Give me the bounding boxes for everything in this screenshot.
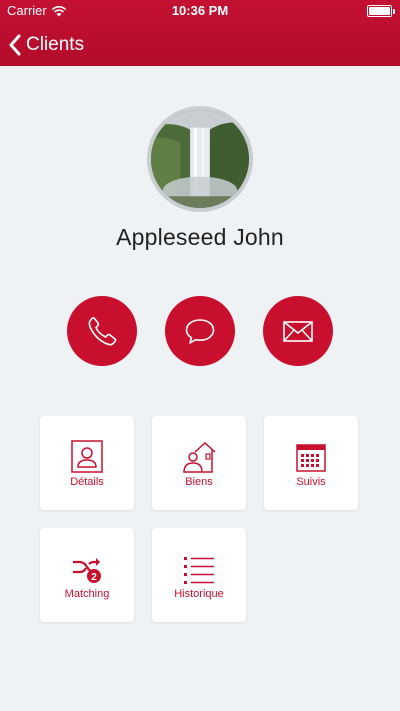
tile-label: Matching <box>64 588 110 600</box>
status-bar: Carrier 10:36 PM <box>0 0 400 22</box>
chevron-left-icon <box>9 34 21 56</box>
tile-details[interactable]: Détails <box>40 416 134 510</box>
back-button-label: Clients <box>26 34 85 55</box>
tile-matching[interactable]: 2 Matching <box>40 528 134 622</box>
client-name: Appleseed John <box>116 224 284 250</box>
shuffle-icon: 2 <box>73 558 101 583</box>
tile-label: Historique <box>174 588 224 600</box>
phone-icon <box>88 317 117 346</box>
contact-card-icon <box>71 440 103 473</box>
envelope-icon <box>283 321 313 342</box>
email-button[interactable] <box>263 296 333 366</box>
battery-icon <box>367 5 395 17</box>
clock: 10:36 PM <box>171 3 229 18</box>
avatar <box>147 106 253 212</box>
house-person-icon <box>183 441 216 473</box>
tile-suivis[interactable]: Suivis <box>264 416 358 510</box>
message-button[interactable] <box>165 296 235 366</box>
chat-bubble-icon <box>185 319 215 344</box>
navigation-bar: Carrier 10:36 PM Clients <box>0 0 400 66</box>
list-icon <box>184 557 214 584</box>
calendar-icon <box>296 444 326 472</box>
waterfall-photo <box>151 110 249 208</box>
tile-biens[interactable]: Biens <box>152 416 246 510</box>
matching-badge-count: 2 <box>91 572 97 583</box>
tile-historique[interactable]: Historique <box>152 528 246 622</box>
tile-label: Biens <box>185 476 213 488</box>
tile-label: Suivis <box>296 476 326 488</box>
tile-label: Détails <box>70 476 104 488</box>
call-button[interactable] <box>67 296 137 366</box>
back-button[interactable]: Clients <box>8 30 84 60</box>
